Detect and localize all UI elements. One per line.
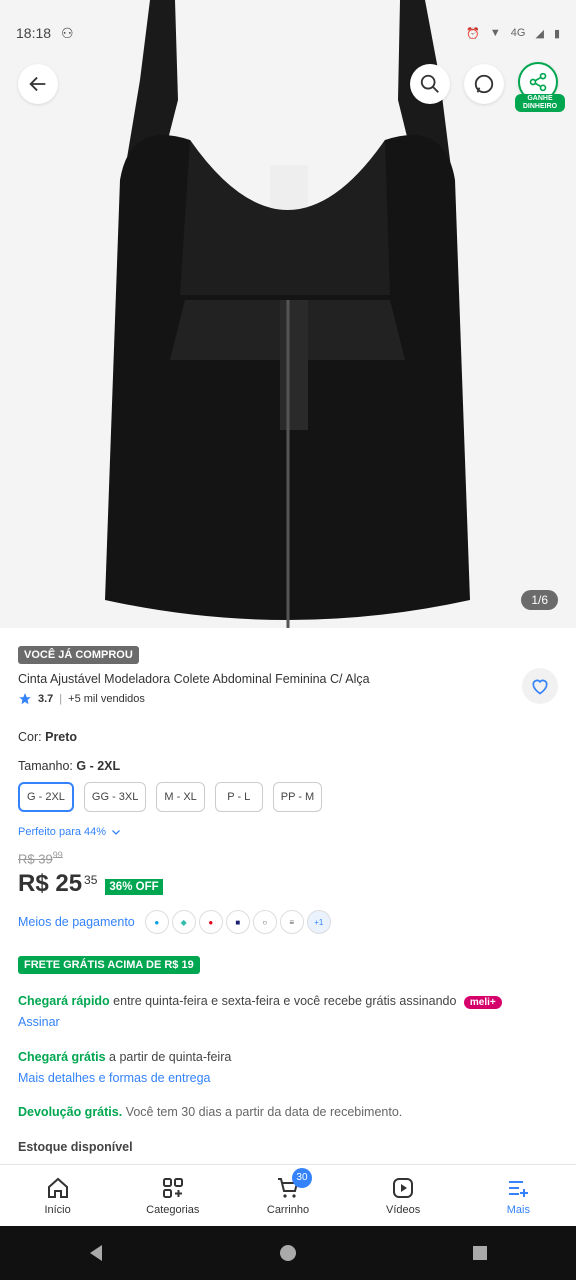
- mastercard-icon: ●: [198, 910, 223, 934]
- signal-icon: ◢: [535, 27, 544, 40]
- home-icon: [47, 1177, 68, 1198]
- size-option-p-l[interactable]: P - L: [214, 782, 263, 812]
- categories-icon: [162, 1177, 183, 1198]
- play-icon: [393, 1177, 414, 1198]
- system-navigation-bar: [0, 1226, 576, 1280]
- status-icons: ⏰ ▼ 4G ◢ ▮: [466, 27, 560, 40]
- nav-categories-label: Categorias: [146, 1203, 200, 1216]
- payment-label: Meios de pagamento: [18, 915, 135, 929]
- fast-delivery-title: Chegará rápido: [18, 994, 110, 1008]
- favorite-button[interactable]: [522, 668, 558, 704]
- system-home-icon[interactable]: [278, 1243, 298, 1263]
- status-time: 18:18: [16, 25, 52, 41]
- price-cents: 35: [84, 873, 98, 887]
- status-bar: 18:18 ⚇ ⏰ ▼ 4G ◢ ▮: [0, 0, 576, 66]
- voicemail-icon: ⚇: [61, 24, 74, 41]
- star-icon: [19, 693, 31, 705]
- nav-more-label: Mais: [506, 1203, 530, 1216]
- nav-videos-label: Vídeos: [386, 1203, 421, 1216]
- purchased-badge: VOCÊ JÁ COMPROU: [18, 646, 139, 664]
- size-option-pp-m[interactable]: PP - M: [272, 782, 323, 812]
- gallery-counter: 1/6: [521, 590, 558, 610]
- size-label: Tamanho:: [18, 759, 73, 773]
- fast-delivery-text: entre quinta-feira e sexta-feira e você …: [113, 994, 457, 1008]
- payment-methods-link[interactable]: Meios de pagamento ● ◆ ● ■ ○ ≡ +1: [18, 910, 331, 934]
- fit-info-link[interactable]: Perfeito para 44%: [18, 826, 122, 838]
- size-row: Tamanho: G - 2XL: [18, 759, 120, 773]
- battery-icon: ▮: [553, 27, 560, 40]
- more-methods-badge: +1: [306, 910, 331, 934]
- network-label: 4G: [510, 27, 526, 39]
- search-icon: [420, 74, 439, 93]
- free-delivery-info: Chegará grátis a partir de quinta-feira: [18, 1050, 231, 1064]
- old-price: R$ 3999: [18, 850, 63, 866]
- old-price-cents: 99: [52, 850, 63, 860]
- share-icon: [529, 72, 547, 92]
- price-amount: R$ 25: [18, 870, 83, 897]
- boleto-icon: ≡: [279, 910, 304, 934]
- visa-icon: ■: [225, 910, 250, 934]
- heart-icon: [532, 679, 548, 695]
- free-return-title: Devolução grátis.: [18, 1105, 123, 1119]
- nav-more[interactable]: Mais: [468, 1176, 568, 1216]
- subscribe-link[interactable]: Assinar: [18, 1015, 60, 1029]
- product-title: Cinta Ajustável Modeladora Colete Abdomi…: [18, 672, 370, 686]
- color-row: Cor: Preto: [18, 730, 77, 744]
- nav-categories[interactable]: Categorias: [123, 1176, 223, 1216]
- free-return-text: Você tem 30 dias a partir da data de rec…: [125, 1105, 403, 1119]
- search-button[interactable]: [410, 64, 450, 104]
- nav-home[interactable]: Início: [8, 1176, 108, 1216]
- alarm-icon: ⏰: [466, 27, 480, 40]
- nav-cart[interactable]: 30 Carrinho: [238, 1167, 338, 1216]
- elo-icon: ○: [252, 910, 277, 934]
- meli-plus-badge: meli+: [463, 996, 502, 1009]
- whatsapp-button[interactable]: [464, 64, 504, 104]
- menu-plus-icon: [509, 1180, 529, 1197]
- fit-info-text: Perfeito para 44%: [18, 826, 107, 838]
- cart-count-badge: 30: [291, 1167, 312, 1188]
- free-delivery-text: a partir de quinta-feira: [109, 1050, 232, 1064]
- bottom-navigation: Início Categorias 30 Carrinho Vídeos Mai…: [0, 1164, 576, 1226]
- free-shipping-banner: FRETE GRÁTIS ACIMA DE R$ 19: [18, 956, 200, 974]
- chevron-down-icon: [112, 830, 121, 835]
- free-return-info: Devolução grátis. Você tem 30 dias a par…: [18, 1105, 402, 1119]
- arrow-left-icon: [29, 76, 46, 92]
- discount-badge: 36% OFF: [105, 879, 163, 895]
- product-details: VOCÊ JÁ COMPROU Cinta Ajustável Modelado…: [0, 628, 576, 1164]
- color-label: Cor:: [18, 730, 42, 744]
- rating-divider: |: [59, 693, 63, 705]
- rating-row[interactable]: 3.7 | +5 mil vendidos: [18, 692, 145, 706]
- share-earn-badge: GANHE DINHEIRO: [515, 94, 565, 112]
- size-option-m-xl[interactable]: M - XL: [156, 782, 205, 812]
- size-options: G - 2XL GG - 3XL M - XL P - L PP - M: [18, 782, 323, 812]
- nav-home-label: Início: [44, 1203, 71, 1216]
- back-button[interactable]: [18, 64, 58, 104]
- stock-available: Estoque disponível: [18, 1140, 133, 1154]
- delivery-details-link[interactable]: Mais detalhes e formas de entrega: [18, 1071, 210, 1085]
- size-option-gg-3xl[interactable]: GG - 3XL: [83, 782, 147, 812]
- color-value: Preto: [45, 730, 78, 744]
- current-price: R$ 25 35 36% OFF: [18, 870, 163, 898]
- old-price-amount: R$ 39: [18, 851, 53, 867]
- mercado-pago-icon: ●: [144, 910, 169, 934]
- system-recents-icon[interactable]: [470, 1243, 490, 1263]
- size-value: G - 2XL: [76, 759, 121, 773]
- wifi-icon: ▼: [489, 27, 501, 39]
- free-delivery-title: Chegará grátis: [18, 1050, 106, 1064]
- whatsapp-icon: [474, 74, 494, 94]
- nav-videos[interactable]: Vídeos: [353, 1176, 453, 1216]
- payment-icons: ● ◆ ● ■ ○ ≡ +1: [144, 910, 331, 934]
- product-image-gallery[interactable]: 18:18 ⚇ ⏰ ▼ 4G ◢ ▮ GANHE DINHEIRO 1/6: [0, 0, 576, 628]
- pix-icon: ◆: [171, 910, 196, 934]
- system-back-icon[interactable]: [86, 1243, 106, 1263]
- nav-cart-label: Carrinho: [266, 1203, 310, 1216]
- fast-delivery-info: Chegará rápido entre quinta-feira e sext…: [18, 994, 502, 1009]
- rating-value: 3.7: [38, 693, 54, 705]
- sold-count: +5 mil vendidos: [68, 693, 145, 705]
- size-option-g-2xl[interactable]: G - 2XL: [18, 782, 74, 812]
